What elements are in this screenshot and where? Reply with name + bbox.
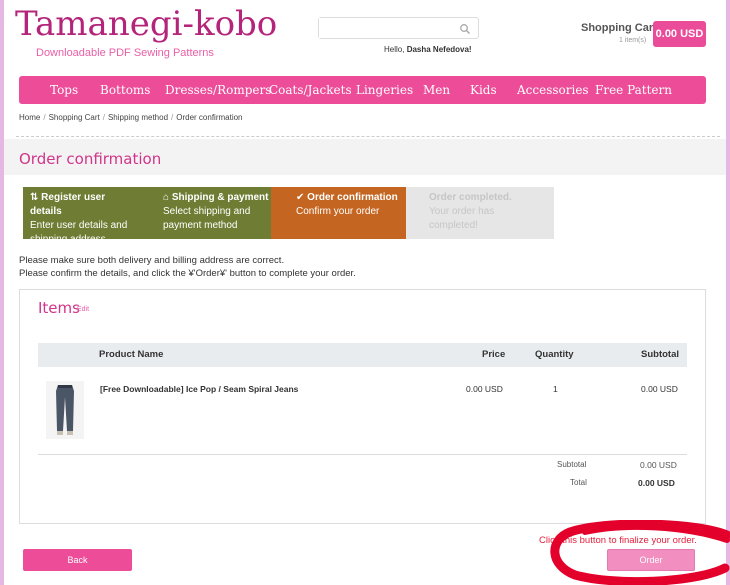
user-check-icon: ⇅: [30, 192, 39, 203]
finalize-instruction: Click this button to finalize your order…: [539, 535, 697, 546]
breadcrumb-shipping-method[interactable]: Shipping method: [108, 113, 168, 122]
check-icon: ✔: [296, 192, 305, 203]
summary-subtotal-value: 0.00 USD: [640, 460, 677, 470]
nav-item-coats-jackets[interactable]: Coats/Jackets: [269, 76, 352, 104]
product-name[interactable]: [Free Downloadable] Ice Pop / Seam Spira…: [100, 384, 298, 394]
user-name[interactable]: Dasha Nefedova!: [407, 45, 472, 54]
shopping-cart-label[interactable]: Shopping Cart: [581, 22, 657, 34]
step-desc: completed!: [429, 220, 478, 231]
step-desc: shipping address: [30, 234, 106, 245]
summary-total-value: 0.00 USD: [638, 478, 675, 488]
step-order-completed: Order completed. Your order has complete…: [406, 187, 554, 239]
cart-total-button[interactable]: 0.00 USD: [653, 21, 706, 47]
table-header: Product Name Price Quantity Subtotal: [38, 343, 687, 367]
confirmation-notes: Please make sure both delivery and billi…: [19, 254, 356, 280]
column-price: Price: [482, 349, 506, 360]
breadcrumb-separator: /: [43, 113, 46, 122]
step-title: Order confirmation: [307, 192, 398, 203]
step-desc: Your order has: [429, 206, 495, 217]
step-title: Register user details: [30, 192, 106, 217]
nav-item-men[interactable]: Men: [423, 76, 450, 104]
summary-total-label: Total: [570, 478, 587, 487]
search-input[interactable]: [319, 18, 454, 38]
note-line: Please confirm the details, and click th…: [19, 268, 356, 279]
breadcrumb-current: Order confirmation: [176, 113, 243, 122]
edit-items-link[interactable]: Edit: [77, 306, 89, 313]
order-button[interactable]: Order: [607, 549, 695, 571]
divider: [16, 136, 720, 137]
column-subtotal: Subtotal: [641, 349, 679, 360]
items-heading: Items: [38, 299, 80, 317]
step-desc: Confirm your order: [296, 206, 380, 217]
step-shipping-payment: ⌂ Shipping & payment Select shipping and…: [137, 187, 271, 239]
table-row: [Free Downloadable] Ice Pop / Seam Spira…: [38, 370, 687, 455]
nav-item-lingeries[interactable]: Lingeries: [356, 76, 413, 104]
nav-item-tops[interactable]: Tops: [50, 76, 78, 104]
nav-item-dresses-rompers[interactable]: Dresses/Rompers: [165, 76, 271, 104]
summary-subtotal-label: Subtotal: [557, 460, 587, 469]
nav-item-kids[interactable]: Kids: [470, 76, 497, 104]
user-greeting: Hello, Dasha Nefedova!: [384, 45, 472, 54]
breadcrumb-shopping-cart[interactable]: Shopping Cart: [49, 113, 100, 122]
step-order-confirmation: ✔ Order confirmation Confirm your order: [271, 187, 406, 239]
product-subtotal: 0.00 USD: [641, 384, 678, 394]
search-box: [318, 17, 479, 39]
step-desc: Select shipping and: [163, 206, 251, 217]
product-thumbnail[interactable]: [46, 381, 84, 439]
product-quantity: 1: [553, 384, 558, 394]
search-icon[interactable]: [459, 22, 471, 35]
back-button[interactable]: Back: [23, 549, 132, 571]
product-price: 0.00 USD: [466, 384, 503, 394]
step-desc: payment method: [163, 220, 238, 231]
step-title: Order completed.: [429, 192, 512, 203]
cart-item-count: 1 item(s): [619, 37, 647, 44]
home-icon: ⌂: [163, 192, 170, 203]
breadcrumb-home[interactable]: Home: [19, 113, 40, 122]
site-tagline: Downloadable PDF Sewing Patterns: [36, 47, 214, 59]
breadcrumb-separator: /: [171, 113, 174, 122]
step-register: ⇅ Register user details Enter user detai…: [23, 187, 137, 245]
greeting-prefix: Hello,: [384, 45, 407, 54]
column-quantity: Quantity: [535, 349, 574, 360]
note-line: Please make sure both delivery and billi…: [19, 255, 285, 266]
main-nav: Tops Bottoms Dresses/Rompers Coats/Jacke…: [19, 76, 706, 104]
step-title: Shipping & payment: [171, 192, 269, 203]
site-logo[interactable]: Tamanegi-kobo: [15, 4, 277, 44]
nav-item-free-pattern[interactable]: Free Pattern: [595, 76, 672, 104]
page-title: Order confirmation: [19, 150, 162, 168]
step-desc: Enter user details and: [30, 220, 128, 231]
breadcrumb-separator: /: [102, 113, 105, 122]
nav-item-accessories[interactable]: Accessories: [517, 76, 589, 104]
breadcrumb: Home / Shopping Cart / Shipping method / Order…: [19, 113, 243, 122]
nav-item-bottoms[interactable]: Bottoms: [100, 76, 150, 104]
column-product-name: Product Name: [99, 349, 164, 360]
